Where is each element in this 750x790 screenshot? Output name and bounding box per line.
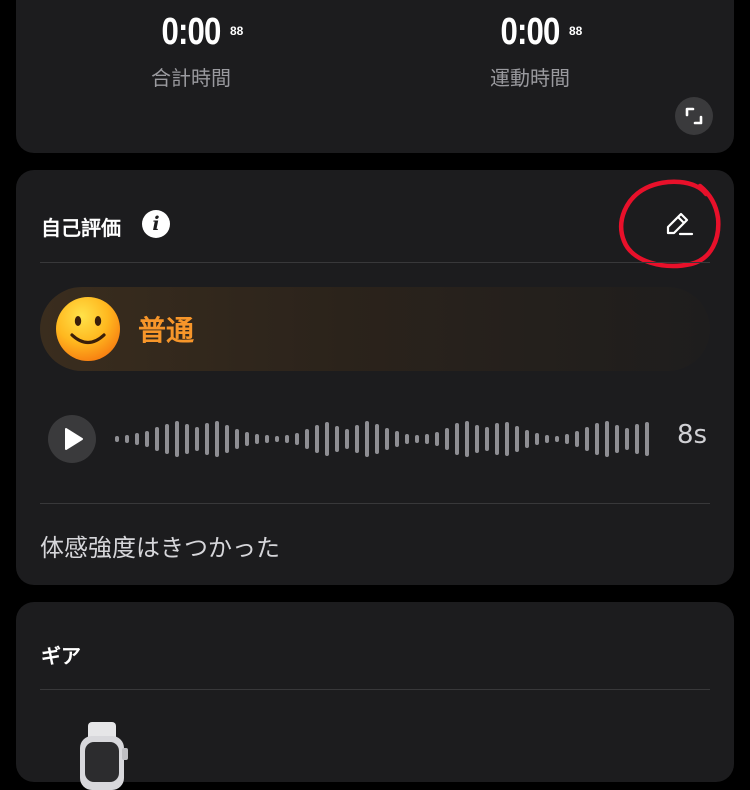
waveform-bar — [195, 427, 199, 451]
waveform-bar — [615, 425, 619, 453]
waveform-bar — [515, 426, 519, 452]
play-button[interactable] — [48, 415, 96, 463]
waveform-bar — [545, 435, 549, 443]
expand-button[interactable] — [675, 97, 713, 135]
waveform-bar — [405, 434, 409, 444]
waveform-bar — [335, 426, 339, 452]
mood-label: 普通 — [138, 314, 195, 347]
gear-title: ギア — [41, 644, 81, 668]
waveform-bar — [465, 421, 469, 457]
play-icon — [65, 428, 83, 450]
waveform-bar — [145, 431, 149, 447]
waveform-bar — [505, 422, 509, 456]
waveform-bar — [205, 423, 209, 455]
waveform-bar — [585, 427, 589, 451]
waveform-bar — [365, 421, 369, 457]
mood-rating: 普通 — [40, 287, 710, 371]
waveform-bar — [355, 425, 359, 453]
waveform-bar — [175, 421, 179, 457]
waveform-bar — [225, 425, 229, 453]
waveform-bar — [235, 429, 239, 449]
waveform-bar — [275, 436, 279, 442]
waveform-bar — [525, 430, 529, 448]
total-time-value: 0:00 — [161, 11, 221, 53]
waveform-bar — [475, 425, 479, 453]
waveform-bar — [375, 424, 379, 454]
waveform-bar — [325, 422, 329, 456]
waveform-bar — [255, 434, 259, 444]
waveform-bar — [495, 423, 499, 455]
waveform-bar — [565, 434, 569, 444]
waveform-bar — [155, 427, 159, 451]
waveform-bar — [215, 421, 219, 457]
waveform-bar — [295, 433, 299, 445]
waveform-bar — [485, 427, 489, 451]
waveform-bar — [435, 432, 439, 446]
annotation-circle — [619, 179, 721, 269]
waveform-bar — [385, 428, 389, 450]
watch-icon[interactable] — [74, 720, 130, 790]
waveform-bar — [575, 431, 579, 447]
waveform-bar — [285, 435, 289, 443]
total-time-superscript: 88 — [230, 24, 244, 38]
exercise-time-label: 運動時間 — [490, 66, 570, 90]
waveform-bar — [165, 424, 169, 454]
exercise-time: 0:00 88 運動時間 — [430, 8, 630, 91]
divider — [40, 503, 710, 504]
waveform-bar — [595, 423, 599, 455]
waveform-bar — [605, 421, 609, 457]
waveform-bar — [455, 423, 459, 455]
waveform-bar — [265, 435, 269, 443]
waveform-bar — [305, 429, 309, 449]
waveform-bar — [245, 432, 249, 446]
info-icon[interactable]: i — [142, 210, 170, 238]
audio-duration: 8s — [677, 420, 708, 450]
waveform-bar — [125, 435, 129, 443]
total-time-label: 合計時間 — [151, 66, 231, 90]
waveform-bar — [635, 424, 639, 454]
gear-card: ギア — [16, 602, 734, 790]
smiling-face-icon — [56, 297, 120, 361]
summary-card: 0:00 88 合計時間 0:00 88 運動時間 — [16, 0, 734, 153]
waveform-bar — [135, 433, 139, 445]
expand-icon — [685, 107, 703, 125]
waveform-bar — [445, 428, 449, 450]
divider — [40, 689, 710, 690]
self-evaluation-title: 自己評価 — [41, 216, 121, 240]
waveform-bar — [425, 434, 429, 444]
waveform-bar — [415, 435, 419, 443]
waveform-bar — [555, 436, 559, 442]
waveform-bar — [115, 436, 119, 442]
evaluation-note: 体感強度はきつかった — [40, 534, 280, 562]
audio-waveform[interactable] — [114, 419, 654, 459]
self-evaluation-card: 自己評価 i 普通 8s 体感強度はきつかった — [16, 170, 734, 585]
waveform-bar — [395, 431, 399, 447]
exercise-time-value: 0:00 — [500, 11, 560, 53]
waveform-bar — [345, 429, 349, 449]
divider — [40, 262, 710, 263]
waveform-bar — [645, 422, 649, 456]
exercise-time-superscript: 88 — [569, 24, 583, 38]
waveform-bar — [625, 428, 629, 450]
waveform-bar — [315, 425, 319, 453]
total-time: 0:00 88 合計時間 — [91, 8, 291, 91]
waveform-bar — [185, 424, 189, 454]
waveform-bar — [535, 433, 539, 445]
